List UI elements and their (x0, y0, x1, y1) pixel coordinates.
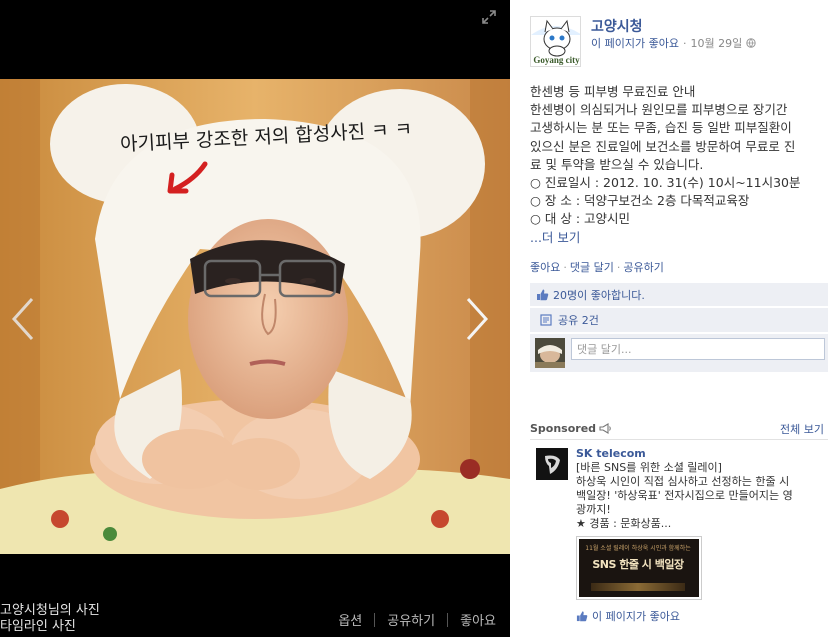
see-more-link[interactable]: ...더 보기 (530, 230, 580, 245)
ad-like-label[interactable]: 이 페이지가 좋아요 (592, 608, 680, 624)
ad-body-line: 하상욱 시인이 직접 심사하고 선정하는 한줄 시 (576, 475, 790, 488)
comment-composer (530, 334, 828, 372)
shares-summary: 공유 2건 (530, 308, 828, 332)
thumbs-up-icon (576, 611, 588, 622)
ad-body: [바른 SNS를 위한 소셜 릴레이] 하상욱 시인이 직접 심사하고 선정하는… (576, 461, 826, 531)
post-line: 한센병이 의심되거나 원인모를 피부병으로 장기간 (530, 102, 788, 118)
fullscreen-icon[interactable] (482, 10, 496, 24)
post-date[interactable]: 10월 29일 (690, 35, 742, 51)
separator-dot: · (682, 36, 687, 50)
share-icon (540, 314, 552, 326)
globe-icon (746, 38, 756, 48)
post-line: ○ 대 상 : 고양시민 (530, 211, 631, 227)
page-like-link[interactable]: 이 페이지가 좋아요 (591, 35, 679, 51)
see-all-link[interactable]: 전체 보기 (780, 421, 824, 437)
photo-caption: 고양시청님의 사진 타임라인 사진 (0, 603, 100, 635)
ad-image-caption: 11월 소셜 릴레이 하상욱 시인과 함께하는 (585, 545, 691, 552)
like-button[interactable]: 좋아요 (448, 610, 496, 629)
ad-body-line: ★ 경품 : 문화상품... (576, 517, 672, 530)
ad-image-headline: SNS 한줄 시 백일장 (592, 558, 684, 571)
post-line: ○ 진료일시 : 2012. 10. 31(수) 10시~11시30분 (530, 175, 801, 191)
photo-viewer: 아기피부 강조한 저의 합성사진 ㅋ ㅋ 고양시청님의 사진 타임라인 사진 옵… (0, 0, 510, 637)
avatar (535, 338, 565, 368)
page-logo[interactable]: Goyang city (530, 16, 581, 67)
sponsored-label: Sponsored (530, 422, 597, 435)
post-line: 고생하시는 분 또는 무좀, 습진 등 일반 피부질환이 (530, 120, 792, 136)
comment-input[interactable] (571, 338, 825, 360)
post-line: 한센병 등 피부병 무료진료 안내 (530, 84, 696, 99)
page-meta: 이 페이지가 좋아요 · 10월 29일 (591, 35, 756, 51)
options-button[interactable]: 옵션 (326, 610, 374, 629)
sponsored-header: Sponsored 전체 보기 (530, 420, 828, 440)
ad-like-page-link[interactable]: 이 페이지가 좋아요 (576, 608, 680, 624)
post-panel: Goyang city 고양시청 이 페이지가 좋아요 · 10월 29일 한센… (510, 0, 840, 637)
caption-timeline[interactable]: 타임라인 사진 (0, 619, 100, 635)
thumbs-up-icon (537, 289, 549, 301)
post-like-link[interactable]: 좋아요 (530, 261, 560, 274)
post-line: 료 및 투약을 받으실 수 있습니다. (530, 156, 704, 172)
likes-summary: 20명이 좋아합니다. (530, 283, 828, 306)
share-button[interactable]: 공유하기 (375, 610, 447, 629)
megaphone-icon (599, 423, 611, 434)
shares-count[interactable]: 공유 2건 (558, 312, 599, 328)
post-actions: 좋아요 · 댓글 달기 · 공유하기 (530, 261, 664, 274)
ad-image[interactable]: 11월 소셜 릴레이 하상욱 시인과 함께하는 SNS 한줄 시 백일장 (576, 536, 702, 600)
caption-album[interactable]: 고양시청님의 사진 (0, 603, 100, 619)
ad-logo[interactable] (536, 448, 568, 480)
ad-title[interactable]: SK telecom (576, 447, 646, 460)
page-name[interactable]: 고양시청 (591, 16, 643, 36)
photo[interactable]: 아기피부 강조한 저의 합성사진 ㅋ ㅋ (0, 79, 510, 554)
photo-actions: 옵션 공유하기 좋아요 (326, 610, 496, 629)
post-line: 있으신 분은 진료일에 보건소를 방문하여 무료로 진 (530, 138, 796, 154)
page-logo-text: Goyang city (533, 55, 580, 65)
post-line: ○ 장 소 : 덕양구보건소 2층 다목적교육장 (530, 193, 750, 209)
page-header: Goyang city 고양시청 이 페이지가 좋아요 · 10월 29일 (530, 0, 828, 72)
likes-count[interactable]: 20명이 좋아합니다. (553, 287, 645, 303)
post-comment-link[interactable]: 댓글 달기 (570, 261, 614, 274)
ad-image-decoration (591, 583, 685, 591)
next-photo-icon[interactable] (462, 295, 492, 343)
post-share-link[interactable]: 공유하기 (623, 261, 663, 274)
post-text: 한센병 등 피부병 무료진료 안내 한센병이 의심되거나 원인모를 피부병으로 … (530, 83, 830, 247)
ad-body-line: 백일장! '하상욱표' 전자시집으로 만들어지는 영 (576, 489, 793, 502)
previous-photo-icon[interactable] (8, 295, 38, 343)
ad-body-line: 광까지! (576, 503, 611, 516)
ad-body-line: [바른 SNS를 위한 소셜 릴레이] (576, 461, 722, 474)
